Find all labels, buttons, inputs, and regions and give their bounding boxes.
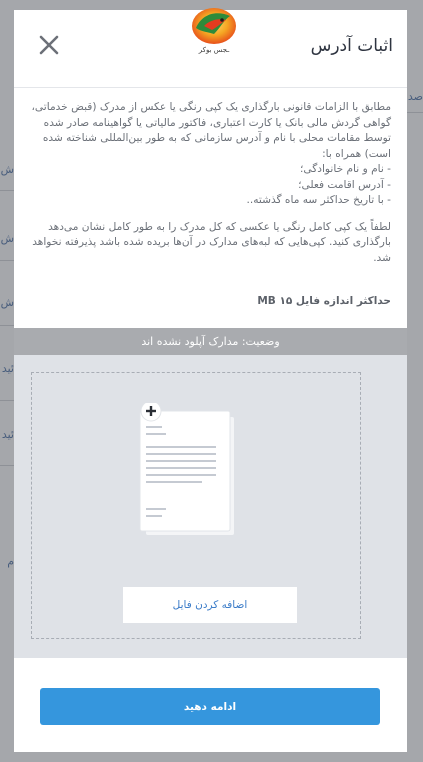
max-file-size: حداکثر اندازه فایل ۱۵ MB [257,295,391,307]
continue-button[interactable]: ادامه دهید [40,688,380,725]
upload-status-bar: وضعیت: مدارک آپلود نشده اند [14,328,407,355]
requirement-item: - آدرس اقامت فعلی؛ [298,178,391,191]
upload-section: اضافه کردن فایل [14,355,407,658]
file-dropzone[interactable]: اضافه کردن فایل [31,372,361,639]
proof-of-address-modal: اثبات آدرس ـجس بوکر مطابق با الزامات قان… [14,8,407,752]
add-file-button[interactable]: اضافه کردن فایل [123,587,297,623]
modal-footer: ادامه دهید [14,658,407,752]
description-note: لطفاً یک کپی کامل رنگی یا عکسی که کل مدر… [32,220,391,264]
document-icon [139,403,234,535]
description-intro: مطابق با الزامات قانونی بارگذاری یک کپی … [31,101,391,160]
requirement-item: - نام و نام خانوادگی؛ [300,163,391,175]
brand-logo-text: ـجس بوکر [198,46,230,54]
description: مطابق با الزامات قانونی بارگذاری یک کپی … [29,100,391,266]
modal-title: اثبات آدرس [310,36,393,56]
close-icon [39,35,59,55]
close-button[interactable] [36,32,62,58]
requirement-item: - با تاریخ حداکثر سه ماه گذشته.. [246,194,391,206]
